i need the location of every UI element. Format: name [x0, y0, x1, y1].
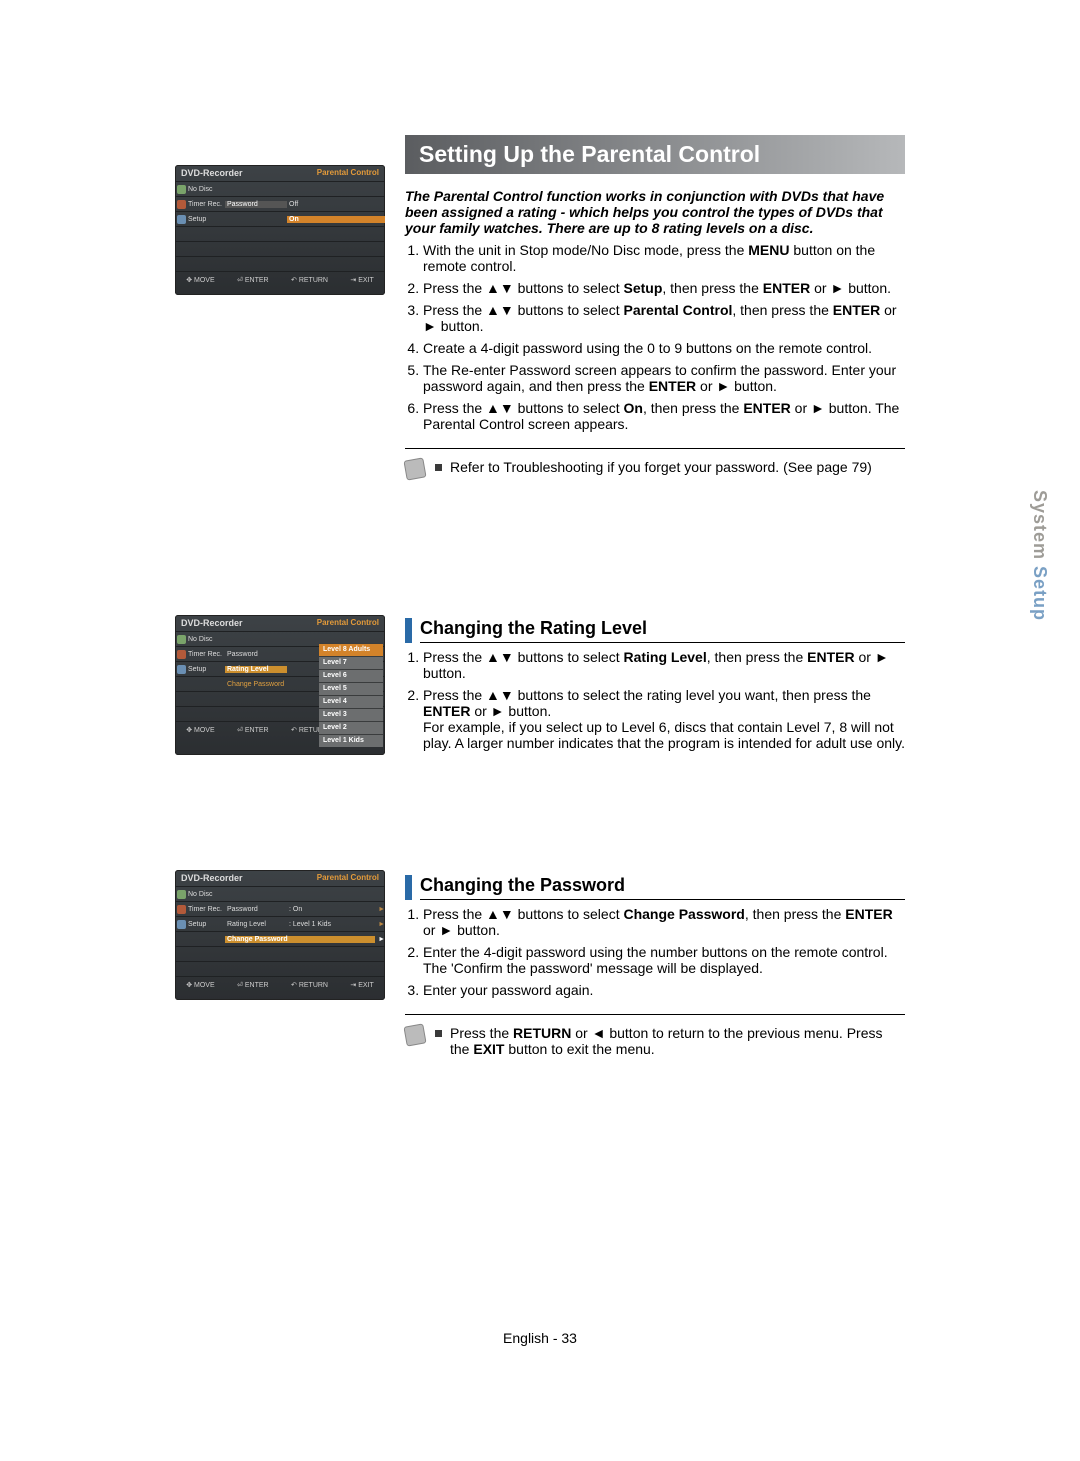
osd-section-label: Parental Control: [317, 618, 379, 628]
osd-titlebar: DVD-Recorder Parental Control: [175, 870, 385, 886]
steps-main: With the unit in Stop mode/No Disc mode,…: [405, 242, 905, 432]
osd-setup: Setup: [188, 216, 206, 223]
osd-menu: No Disc Timer Rec. Password : On► Setup …: [175, 886, 385, 976]
pw-step-2: Enter the 4-digit password using the num…: [423, 944, 905, 976]
level-1: Level 1 Kids: [319, 734, 383, 747]
osd-enter: ⏎ ENTER: [237, 276, 269, 284]
level-7: Level 7: [319, 656, 383, 669]
note-1: Refer to Troubleshooting if you forget y…: [405, 448, 905, 479]
osd-return: ↶ RETURN: [291, 276, 328, 284]
level-4: Level 4: [319, 695, 383, 708]
step-3: Press the ▲▼ buttons to select Parental …: [423, 302, 905, 334]
osd-changepw: Change Password: [225, 681, 287, 688]
subheading-rating: Changing the Rating Level: [405, 618, 905, 643]
osd-titlebar: DVD-Recorder Parental Control: [175, 615, 385, 631]
osd-setup: Setup: [188, 666, 206, 673]
osd-password-label: Password: [225, 201, 287, 208]
section-change-password: Changing the Password Press the ▲▼ butto…: [405, 875, 905, 1057]
osd-off: Off: [287, 201, 385, 208]
osd-nodisc: No Disc: [188, 186, 213, 193]
subhead-text: Changing the Rating Level: [420, 618, 905, 643]
osd-on-val: : On: [287, 906, 375, 913]
step-1: With the unit in Stop mode/No Disc mode,…: [423, 242, 905, 274]
subhead-text: Changing the Password: [420, 875, 905, 900]
note-text-2: Press the RETURN or ◄ button to return t…: [450, 1025, 905, 1057]
step-2: Press the ▲▼ buttons to select Setup, th…: [423, 280, 905, 296]
section-rating-level: Changing the Rating Level Press the ▲▼ b…: [405, 618, 905, 757]
level-6: Level 6: [319, 669, 383, 682]
page: System Setup DVD-Recorder Parental Contr…: [0, 0, 1080, 1461]
osd-password-label: Password: [225, 651, 287, 658]
osd-setup: Setup: [188, 921, 206, 928]
osd-rating-level: DVD-Recorder Parental Control No Disc Ti…: [175, 615, 385, 755]
osd-app-title: DVD-Recorder: [181, 618, 243, 628]
pw-step-3: Enter your password again.: [423, 982, 905, 998]
step-6: Press the ▲▼ buttons to select On, then …: [423, 400, 905, 432]
steps-rating: Press the ▲▼ buttons to select Rating Le…: [405, 649, 905, 751]
page-title: Setting Up the Parental Control: [405, 135, 905, 174]
osd-change-password: DVD-Recorder Parental Control No Disc Ti…: [175, 870, 385, 1000]
note-text-1: Refer to Troubleshooting if you forget y…: [450, 459, 905, 475]
note-icon: [403, 457, 426, 480]
side-tab: System Setup: [1029, 490, 1050, 621]
osd-footer: ✥ MOVE ⏎ ENTER ↶ RETURN ⇥ EXIT: [175, 271, 385, 288]
osd-menu: No Disc Timer Rec. Password Off Setup On: [175, 181, 385, 271]
note-2: Press the RETURN or ◄ button to return t…: [405, 1014, 905, 1057]
step-5: The Re-enter Password screen appears to …: [423, 362, 905, 394]
steps-password: Press the ▲▼ buttons to select Change Pa…: [405, 906, 905, 998]
bullet-icon: [435, 464, 442, 471]
bullet-icon: [435, 1030, 442, 1037]
accent-bar: [405, 618, 412, 643]
osd-section-label: Parental Control: [317, 873, 379, 883]
level-5: Level 5: [319, 682, 383, 695]
osd-timer: Timer Rec.: [188, 906, 222, 913]
level-3: Level 3: [319, 708, 383, 721]
osd-app-title: DVD-Recorder: [181, 873, 243, 883]
rating-step-2: Press the ▲▼ buttons to select the ratin…: [423, 687, 905, 751]
osd-l1kids: : Level 1 Kids: [287, 921, 375, 928]
osd-nodisc: No Disc: [188, 636, 213, 643]
osd-parental-onoff: DVD-Recorder Parental Control No Disc Ti…: [175, 165, 385, 295]
osd-ratinglevel-sel: Rating Level: [225, 666, 287, 673]
side-tab-active: Setup: [1030, 566, 1050, 621]
accent-bar: [405, 875, 412, 900]
osd-changepw-sel: Change Password: [225, 936, 375, 943]
osd-timer: Timer Rec.: [188, 651, 222, 658]
osd-titlebar: DVD-Recorder Parental Control: [175, 165, 385, 181]
osd-move: ✥ MOVE: [186, 276, 214, 284]
osd-timer: Timer Rec.: [188, 201, 222, 208]
level-8: Level 8 Adults: [319, 643, 383, 656]
osd-app-title: DVD-Recorder: [181, 168, 243, 178]
osd-on-selected: On: [287, 216, 385, 223]
osd-password-label: Password: [225, 906, 287, 913]
rating-step-1: Press the ▲▼ buttons to select Rating Le…: [423, 649, 905, 681]
pw-step-1: Press the ▲▼ buttons to select Change Pa…: [423, 906, 905, 938]
note-icon: [403, 1023, 426, 1046]
subheading-password: Changing the Password: [405, 875, 905, 900]
osd-exit: ⇥ EXIT: [350, 276, 373, 284]
osd-level-list: Level 8 Adults Level 7 Level 6 Level 5 L…: [319, 643, 383, 747]
osd-ratinglevel: Rating Level: [225, 921, 287, 928]
osd-nodisc: No Disc: [188, 891, 213, 898]
level-2: Level 2: [319, 721, 383, 734]
page-footer: English - 33: [0, 1330, 1080, 1346]
intro-text: The Parental Control function works in c…: [405, 188, 905, 236]
side-tab-inactive: System: [1030, 490, 1050, 566]
step-4: Create a 4-digit password using the 0 to…: [423, 340, 905, 356]
main-content: Setting Up the Parental Control The Pare…: [405, 135, 905, 479]
osd-footer: ✥ MOVE ⏎ ENTER ↶ RETURN ⇥ EXIT: [175, 976, 385, 993]
osd-section-label: Parental Control: [317, 168, 379, 178]
